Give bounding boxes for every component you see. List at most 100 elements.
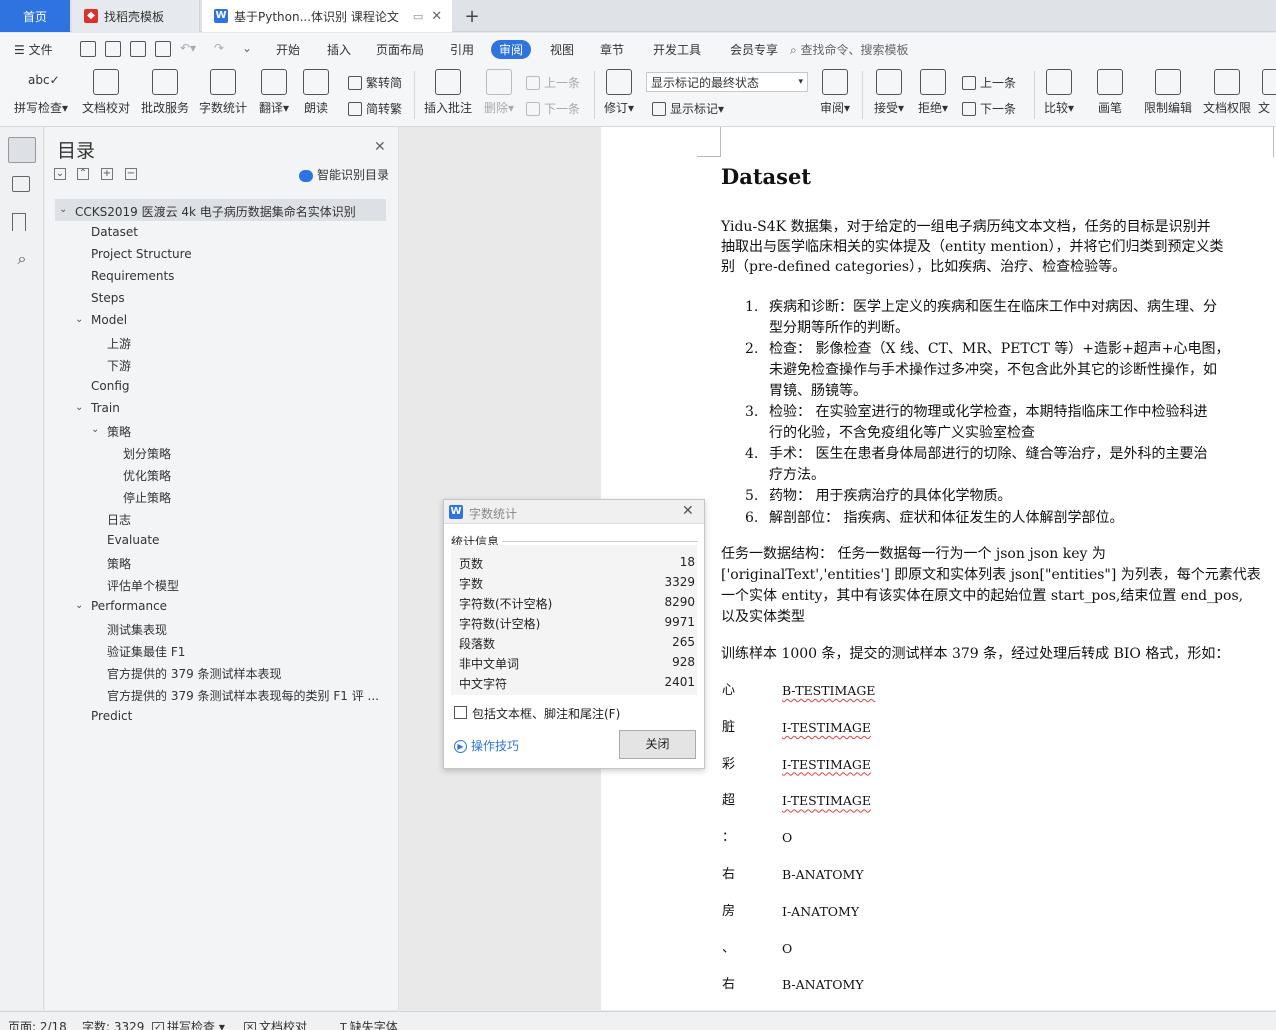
missing-font-status[interactable]: T 缺失字体 [340,1018,398,1030]
doc-rights-button[interactable]: 文档权限 [1199,65,1255,116]
restrict-edit-button[interactable]: 限制编辑 [1140,65,1196,116]
simp-to-trad-button[interactable]: 简转繁 [348,100,402,117]
toc-expand-chevron-icon[interactable]: ⌄ [75,314,83,325]
tab-document[interactable]: W 基于Python...体识别 课程论文 ▭ ✕ [202,0,452,32]
menu-layout[interactable]: 页面布局 [376,41,424,58]
tab-pin-icon[interactable]: ▭ [413,10,423,23]
include-textbox-checkbox[interactable] [454,706,467,719]
reject-button[interactable]: 拒绝▾ [914,65,952,116]
toc-item[interactable]: 下游 [107,357,131,374]
toc-item[interactable]: Performance [91,599,167,613]
tab-home[interactable]: 首页 [0,0,70,32]
tab-close-icon[interactable]: ✕ [431,9,442,24]
toc-item[interactable]: 日志 [107,511,131,528]
toc-expand-chevron-icon[interactable]: ⌄ [75,600,83,611]
accept-button[interactable]: 接受▾ [870,65,908,116]
close-icon[interactable]: ✕ [682,503,694,519]
toc-item[interactable]: 优化策略 [123,467,171,484]
show-markup-button[interactable]: 显示标记 ▾ [652,100,724,117]
redo-icon[interactable]: ↷ [214,41,224,55]
toc-item[interactable]: 评估单个模型 [107,577,179,594]
toc-expand-chevron-icon[interactable]: ⌄ [75,402,83,413]
insert-comment-button[interactable]: 插入批注 [420,65,476,116]
prev-change-button[interactable]: 上一条 [962,74,1016,91]
toc-item[interactable]: 官方提供的 379 条测试样本表现每的类别 F1 评 ... [107,687,379,704]
menu-member[interactable]: 会员专享 [730,41,778,58]
hamburger-icon: ☰ [14,43,29,57]
quick-access-dropdown-icon[interactable]: ⌄ [242,41,252,55]
toc-item[interactable]: Evaluate [107,533,159,547]
print-icon[interactable] [130,41,146,57]
more-ribbon-button[interactable]: 文 [1258,65,1276,116]
chapter-nav-icon[interactable] [12,176,30,192]
page-indicator[interactable]: 页面: 2/18 [8,1018,67,1030]
toc-item[interactable]: Config [91,379,130,393]
toc-nav-icon[interactable] [8,137,36,163]
export-icon[interactable] [105,41,121,57]
menu-review[interactable]: 审阅 [491,40,532,59]
command-search[interactable]: ⌕ 查找命令、搜索模板 [790,41,909,58]
collapse-all-icon[interactable]: ⌄ [54,168,66,180]
next-comment-button[interactable]: 下一条 [526,100,580,117]
menu-developer[interactable]: 开发工具 [653,41,701,58]
file-menu[interactable]: ☰ 文件 [14,41,53,58]
bio-char: 超 [722,793,736,809]
wordcount-button[interactable]: 字数统计 [196,65,250,116]
toc-item[interactable]: Project Structure [91,247,192,261]
toc-item[interactable]: Model [91,313,127,327]
menu-view[interactable]: 视图 [550,41,574,58]
read-aloud-button[interactable]: 朗读 [300,65,332,116]
trad-to-simp-button[interactable]: 繁转简 [348,74,402,91]
search-icon[interactable]: ⌕ [12,249,32,269]
menu-start[interactable]: 开始 [276,41,300,58]
prev-comment-button[interactable]: 上一条 [526,74,580,91]
menu-insert[interactable]: 插入 [327,41,351,58]
expand-up-icon[interactable]: ⌃ [77,168,89,180]
doccheck-status[interactable]: ✕ 文档校对 [244,1018,307,1030]
review-pane-button[interactable]: 审阅▾ [816,65,854,116]
menu-references[interactable]: 引用 [450,41,474,58]
spellcheck-button[interactable]: abc✓ 拼写检查▾ [10,65,72,116]
translate-button[interactable]: 翻译▾ [256,65,292,116]
toc-item[interactable]: 策略 [107,423,131,440]
bookmark-icon[interactable] [12,213,26,231]
toc-expand-chevron-icon[interactable]: ⌄ [91,424,99,435]
next-change-button[interactable]: 下一条 [962,100,1016,117]
toc-item[interactable]: CCKS2019 医渡云 4k 电子病历数据集命名实体识别 [75,203,356,220]
toc-item[interactable]: Predict [91,709,132,723]
toc-item[interactable]: 策略 [107,555,131,572]
preview-icon[interactable] [155,41,171,57]
toc-item[interactable]: Train [91,401,120,415]
menu-section[interactable]: 章节 [600,41,624,58]
spellcheck-status[interactable]: ✓ 拼写检查 ▾ [152,1018,225,1030]
smart-toc-button[interactable]: 智能识别目录 [299,166,389,183]
toc-item[interactable]: 划分策略 [123,445,171,462]
pen-button[interactable]: 画笔 [1092,65,1128,116]
collapse-level-icon[interactable]: − [125,168,137,180]
delete-comment-button[interactable]: 删除▾ [480,65,518,116]
close-button[interactable]: 关闭 [619,730,696,759]
toc-item[interactable]: 停止策略 [123,489,171,506]
toc-item[interactable]: 验证集最佳 F1 [107,643,185,660]
batch-service-button[interactable]: 批改服务 [138,65,192,116]
toc-item[interactable]: Steps [91,291,125,305]
new-tab-button[interactable]: + [462,0,482,32]
toc-item[interactable]: 上游 [107,335,131,352]
expand-level-icon[interactable]: + [101,168,113,180]
toc-item[interactable]: Requirements [91,269,174,283]
dialog-titlebar[interactable]: W 字数统计 ✕ [444,500,704,524]
track-changes-button[interactable]: 修订▾ [600,65,638,116]
toc-expand-chevron-icon[interactable]: ⌄ [59,204,67,215]
word-count-indicator[interactable]: 字数: 3329 [82,1018,144,1030]
tab-template[interactable]: ◆ 找稻壳模板 [72,0,200,32]
undo-icon[interactable]: ↶▾ [180,41,196,55]
toc-item[interactable]: 测试集表现 [107,621,167,638]
close-icon[interactable]: ✕ [374,139,386,155]
save-icon[interactable] [80,41,96,57]
toc-item[interactable]: 官方提供的 379 条测试样本表现 [107,665,282,682]
doccheck-button[interactable]: 文档校对 [78,65,134,116]
markup-state-select[interactable]: 显示标记的最终状态 ▾ [646,72,808,92]
toc-item[interactable]: Dataset [91,225,138,239]
tips-link[interactable]: ▶ 操作技巧 [454,737,519,754]
compare-button[interactable]: 比较▾ [1040,65,1078,116]
